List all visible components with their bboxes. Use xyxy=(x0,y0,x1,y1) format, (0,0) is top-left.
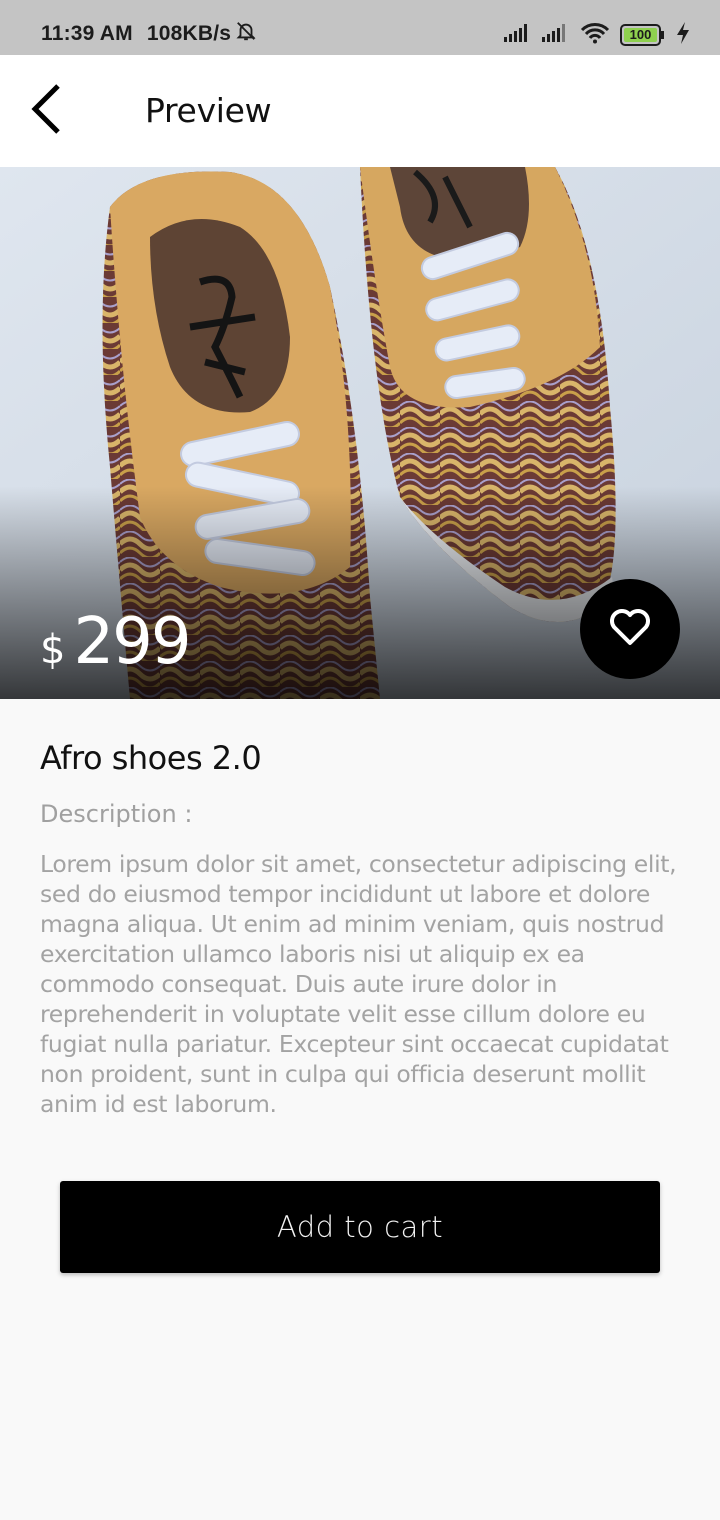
product-image: $ 299 xyxy=(0,167,720,699)
product-name: Afro shoes 2.0 xyxy=(40,739,262,777)
add-to-cart-button[interactable]: Add to cart xyxy=(60,1181,660,1273)
signal-icon xyxy=(504,24,532,46)
price-amount: 299 xyxy=(73,605,191,679)
network-speed: 108KB/s xyxy=(146,22,232,45)
back-button[interactable] xyxy=(18,83,74,139)
status-right: 100 xyxy=(504,22,690,48)
app-bar: Preview xyxy=(0,55,720,167)
price-currency: $ xyxy=(40,627,66,673)
favorite-button[interactable] xyxy=(580,579,680,679)
status-bar: 11:39 AM 108KB/s 100 xyxy=(0,0,720,55)
status-left: 11:39 AM 108KB/s xyxy=(41,20,257,48)
wifi-icon xyxy=(580,22,610,48)
charging-icon xyxy=(676,22,690,48)
description-label: Description : xyxy=(40,800,193,828)
price: $ 299 xyxy=(40,605,192,679)
back-arrow-icon xyxy=(26,83,66,139)
heart-icon xyxy=(609,608,651,650)
description-text: Lorem ipsum dolor sit amet, consectetur … xyxy=(40,850,677,1118)
battery-level: 100 xyxy=(629,27,652,42)
battery-icon: 100 xyxy=(620,24,666,46)
bell-muted-icon xyxy=(235,20,257,48)
signal-icon xyxy=(542,24,570,46)
page-title: Preview xyxy=(145,91,272,130)
status-time: 11:39 AM xyxy=(41,22,133,45)
